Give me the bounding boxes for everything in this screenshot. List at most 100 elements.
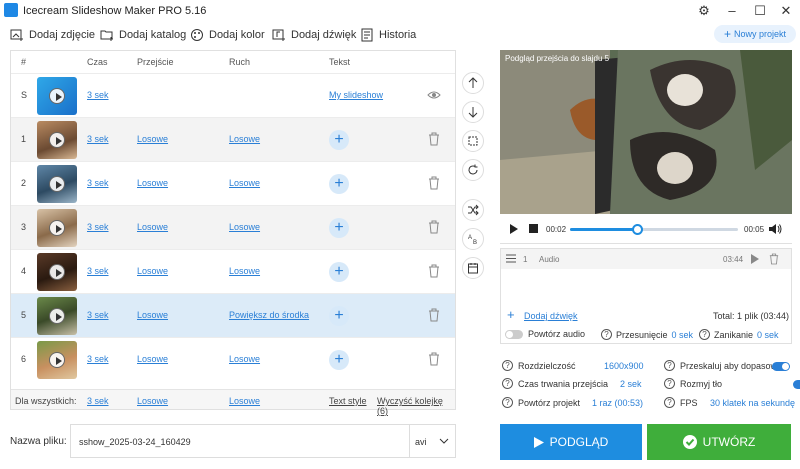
filename-value[interactable]: sshow_2025-03-24_160429	[79, 437, 191, 447]
help-icon[interactable]: ?	[699, 329, 710, 340]
time-link[interactable]: 3 sek	[87, 134, 109, 144]
motion-link[interactable]: Losowe	[229, 222, 260, 232]
trash-icon[interactable]	[428, 352, 440, 366]
transition-link[interactable]: Losowe	[137, 222, 168, 232]
eye-icon[interactable]	[427, 90, 441, 100]
slide-thumbnail[interactable]	[37, 165, 77, 203]
play-icon[interactable]	[49, 264, 65, 280]
add-photo-button[interactable]: Dodaj zdjęcie	[10, 26, 95, 44]
play-icon[interactable]	[49, 132, 65, 148]
transition-link[interactable]: Losowe	[137, 354, 168, 364]
time-link[interactable]: 3 sek	[87, 222, 109, 232]
add-color-button[interactable]: Dodaj kolor	[190, 26, 265, 44]
filename-field[interactable]: sshow_2025-03-24_160429 avi	[70, 424, 456, 458]
repeat-value[interactable]: 1 raz (00:53)	[592, 398, 643, 408]
transition-link[interactable]: Losowe	[137, 134, 168, 144]
blur-toggle[interactable]	[792, 380, 800, 389]
table-row-selected[interactable]: 5 3 sek Losowe Powiększ do środka +	[11, 293, 455, 337]
move-up-button[interactable]	[462, 72, 484, 94]
table-row[interactable]: 2 3 sek Losowe Losowe +	[11, 161, 455, 205]
slide-thumbnail[interactable]	[37, 253, 77, 291]
add-text-button[interactable]: +	[329, 218, 349, 238]
new-project-button[interactable]: + Nowy projekt	[714, 25, 796, 43]
minimize-button[interactable]: –	[718, 2, 746, 20]
move-down-button[interactable]	[462, 101, 484, 123]
help-icon[interactable]: ?	[502, 360, 513, 371]
help-icon[interactable]: ?	[502, 397, 513, 408]
trash-icon[interactable]	[769, 253, 779, 265]
clear-queue-link[interactable]: Wyczyść kolejkę (6)	[377, 396, 455, 416]
table-row[interactable]: S 3 sek My slideshow	[11, 73, 455, 117]
add-sound-button[interactable]: Dodaj dźwięk	[272, 26, 356, 44]
transition-link[interactable]: Losowe	[137, 178, 168, 188]
rotate-button[interactable]	[462, 159, 484, 181]
table-row[interactable]: 3 3 sek Losowe Losowe +	[11, 205, 455, 249]
slide-thumbnail[interactable]	[37, 77, 77, 115]
create-button[interactable]: UTWÓRZ	[647, 424, 791, 460]
close-button[interactable]: ✕	[772, 2, 800, 20]
play-icon[interactable]	[49, 308, 65, 324]
text-link[interactable]: My slideshow	[329, 90, 383, 100]
resolution-value[interactable]: 1600x900	[604, 361, 644, 371]
table-row[interactable]: 4 3 sek Losowe Losowe +	[11, 249, 455, 293]
add-folder-button[interactable]: Dodaj katalog	[100, 26, 186, 44]
shuffle-button[interactable]	[462, 199, 484, 221]
add-sound-link[interactable]: Dodaj dźwięk	[524, 311, 578, 321]
text-style-link[interactable]: Text style	[329, 396, 367, 406]
motion-link[interactable]: Losowe	[229, 178, 260, 188]
gear-icon[interactable]: ⚙	[690, 2, 718, 20]
footer-motion-link[interactable]: Losowe	[229, 396, 260, 406]
add-text-button[interactable]: +	[329, 174, 349, 194]
slide-thumbnail[interactable]	[37, 209, 77, 247]
audio-play-icon[interactable]	[751, 254, 759, 264]
date-sort-button[interactable]	[462, 257, 484, 279]
maximize-button[interactable]: ☐	[746, 2, 774, 20]
add-text-button[interactable]: +	[329, 350, 349, 370]
slide-thumbnail[interactable]	[37, 297, 77, 335]
add-text-button[interactable]: +	[329, 130, 349, 150]
time-link[interactable]: 3 sek	[87, 266, 109, 276]
add-sound-plus-icon[interactable]: +	[507, 307, 515, 322]
motion-link[interactable]: Losowe	[229, 354, 260, 364]
menu-icon[interactable]	[506, 254, 516, 263]
trash-icon[interactable]	[428, 220, 440, 234]
seek-bar[interactable]	[570, 224, 738, 235]
footer-transition-link[interactable]: Losowe	[137, 396, 168, 406]
trash-icon[interactable]	[428, 176, 440, 190]
slide-thumbnail[interactable]	[37, 121, 77, 159]
preview-button[interactable]: PODGLĄD	[500, 424, 642, 460]
help-icon[interactable]: ?	[664, 397, 675, 408]
footer-time-link[interactable]: 3 sek	[87, 396, 109, 406]
motion-link[interactable]: Powiększ do środka	[229, 310, 309, 320]
history-button[interactable]: Historia	[360, 26, 416, 44]
scale-toggle[interactable]	[772, 362, 790, 371]
play-icon[interactable]	[509, 224, 519, 234]
table-row[interactable]: 6 3 sek Losowe Losowe +	[11, 337, 455, 381]
repeat-audio-toggle[interactable]	[505, 329, 523, 339]
transition-link[interactable]: Losowe	[137, 266, 168, 276]
volume-icon[interactable]	[768, 223, 782, 235]
motion-link[interactable]: Losowe	[229, 266, 260, 276]
stop-icon[interactable]	[529, 224, 538, 233]
offset-value[interactable]: 0 sek	[672, 330, 694, 340]
chevron-down-icon[interactable]	[439, 437, 449, 445]
crop-button[interactable]	[462, 130, 484, 152]
time-link[interactable]: 3 sek	[87, 354, 109, 364]
play-icon[interactable]	[49, 176, 65, 192]
trash-icon[interactable]	[428, 264, 440, 278]
fps-value[interactable]: 30 klatek na sekundę	[710, 398, 795, 408]
time-link[interactable]: 3 sek	[87, 310, 109, 320]
trash-icon[interactable]	[428, 132, 440, 146]
seek-handle[interactable]	[632, 224, 644, 235]
play-icon[interactable]	[49, 220, 65, 236]
play-icon[interactable]	[49, 352, 65, 368]
fade-value[interactable]: 0 sek	[757, 330, 779, 340]
add-text-button[interactable]: +	[329, 306, 349, 326]
help-icon[interactable]: ?	[664, 360, 675, 371]
format-select[interactable]: avi	[415, 437, 427, 447]
help-icon[interactable]: ?	[601, 329, 612, 340]
table-row[interactable]: 1 3 sek Losowe Losowe +	[11, 117, 455, 161]
sort-az-button[interactable]: AB	[462, 228, 484, 250]
time-link[interactable]: 3 sek	[87, 90, 109, 100]
add-text-button[interactable]: +	[329, 262, 349, 282]
